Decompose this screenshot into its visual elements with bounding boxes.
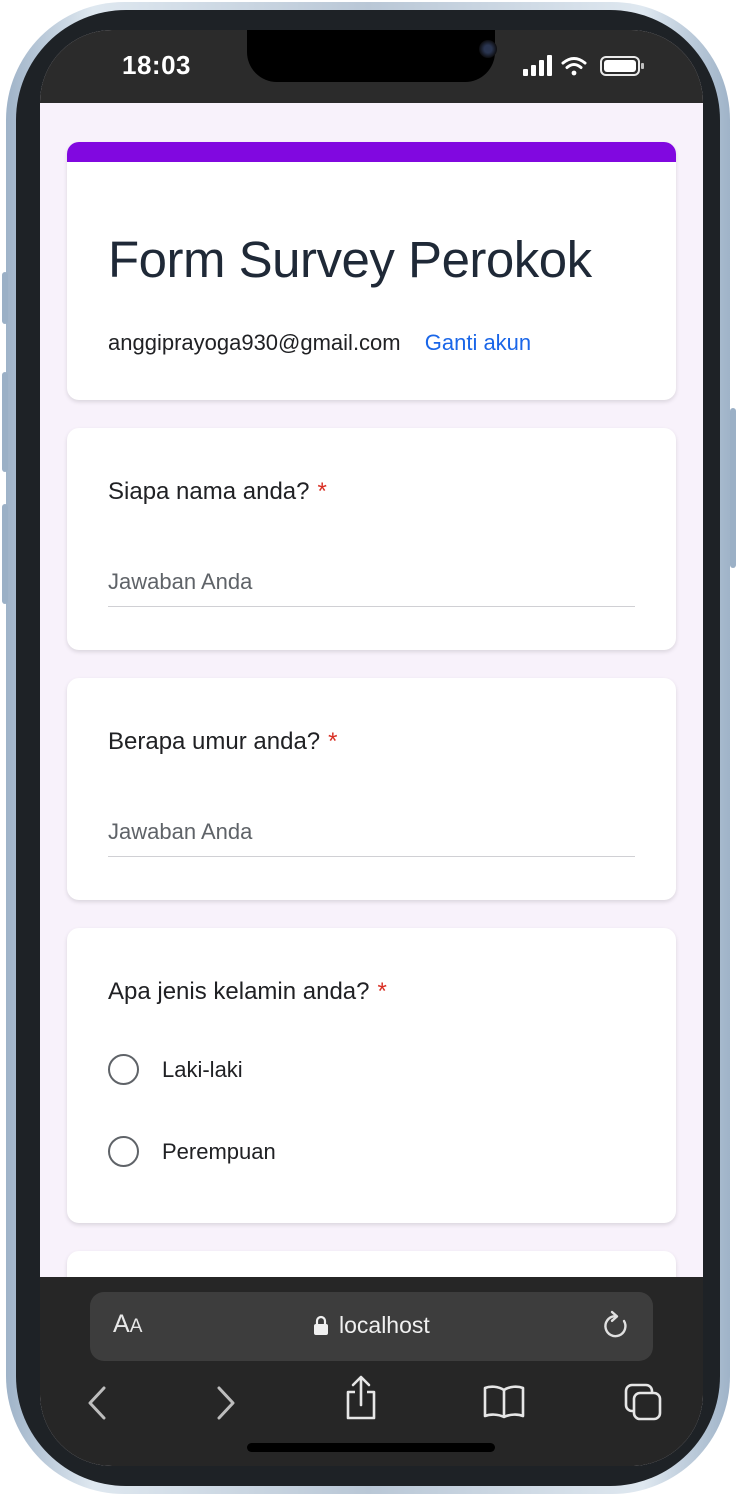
question-card-age: Berapa umur anda? * xyxy=(67,678,676,900)
question-text: Siapa nama anda? xyxy=(108,478,310,505)
wifi-icon xyxy=(561,57,587,76)
form-page: Form Survey Perokok anggiprayoga930@gmai… xyxy=(40,103,703,1311)
account-row: anggiprayoga930@gmail.com Ganti akun xyxy=(108,330,531,356)
share-button[interactable] xyxy=(343,1375,379,1426)
form-title: Form Survey Perokok xyxy=(108,231,592,288)
question-label: Siapa nama anda? * xyxy=(108,478,327,506)
text-size-label-big: A xyxy=(113,1310,130,1338)
back-button[interactable] xyxy=(86,1385,108,1426)
mute-switch xyxy=(2,272,8,324)
status-bar: 18:03 xyxy=(40,30,703,103)
reload-icon xyxy=(604,1310,627,1338)
form-header-card: Form Survey Perokok anggiprayoga930@gmai… xyxy=(67,142,676,400)
share-icon xyxy=(346,1375,376,1420)
required-asterisk: * xyxy=(328,728,338,755)
tabs-button[interactable] xyxy=(624,1383,664,1426)
question-label: Berapa umur anda? * xyxy=(108,728,338,756)
question-card-name: Siapa nama anda? * xyxy=(67,428,676,650)
address-bar[interactable]: AA localhost xyxy=(90,1292,653,1361)
front-camera xyxy=(479,40,497,58)
question-text: Apa jenis kelamin anda? xyxy=(108,978,370,1005)
age-answer-input[interactable] xyxy=(108,808,635,857)
forward-icon xyxy=(217,1386,235,1420)
back-icon xyxy=(88,1386,106,1420)
cellular-signal-icon xyxy=(523,55,552,76)
phone-screen: 18:03 Form Survey Perokok anggiprayoga93… xyxy=(40,30,703,1466)
url-display[interactable]: localhost xyxy=(313,1312,430,1339)
tabs-icon xyxy=(624,1383,662,1421)
form-accent-bar xyxy=(67,142,676,162)
bookmarks-button[interactable] xyxy=(482,1383,526,1424)
question-card-gender: Apa jenis kelamin anda? * Laki-laki Perem… xyxy=(67,928,676,1223)
radio-label: Laki-laki xyxy=(162,1056,243,1082)
safari-bottom-bar: AA localhost xyxy=(40,1277,703,1466)
status-icons xyxy=(523,54,647,78)
forward-button[interactable] xyxy=(215,1385,237,1426)
bookmarks-icon xyxy=(483,1385,525,1419)
notch xyxy=(247,30,497,82)
home-indicator xyxy=(247,1443,495,1452)
volume-down-button xyxy=(2,504,8,604)
volume-up-button xyxy=(2,372,8,472)
reload-button[interactable] xyxy=(601,1310,631,1347)
account-email: anggiprayoga930@gmail.com xyxy=(108,330,401,355)
radio-option-female[interactable]: Perempuan xyxy=(108,1136,276,1167)
power-button xyxy=(730,408,736,568)
browser-toolbar xyxy=(40,1375,703,1435)
required-asterisk: * xyxy=(317,478,327,505)
question-label: Apa jenis kelamin anda? * xyxy=(108,978,387,1006)
status-time: 18:03 xyxy=(122,50,191,80)
required-asterisk: * xyxy=(377,978,387,1005)
battery-icon xyxy=(600,56,644,76)
radio-label: Perempuan xyxy=(162,1138,276,1164)
radio-button[interactable] xyxy=(108,1136,139,1167)
name-answer-input[interactable] xyxy=(108,558,635,607)
switch-account-link[interactable]: Ganti akun xyxy=(425,330,531,355)
radio-button[interactable] xyxy=(108,1054,139,1085)
question-text: Berapa umur anda? xyxy=(108,728,321,755)
text-size-label-small: A xyxy=(129,1316,143,1337)
text-size-button[interactable]: AA xyxy=(113,1310,142,1339)
radio-option-male[interactable]: Laki-laki xyxy=(108,1054,243,1085)
lock-icon xyxy=(314,1315,328,1335)
url-text: localhost xyxy=(339,1312,430,1338)
